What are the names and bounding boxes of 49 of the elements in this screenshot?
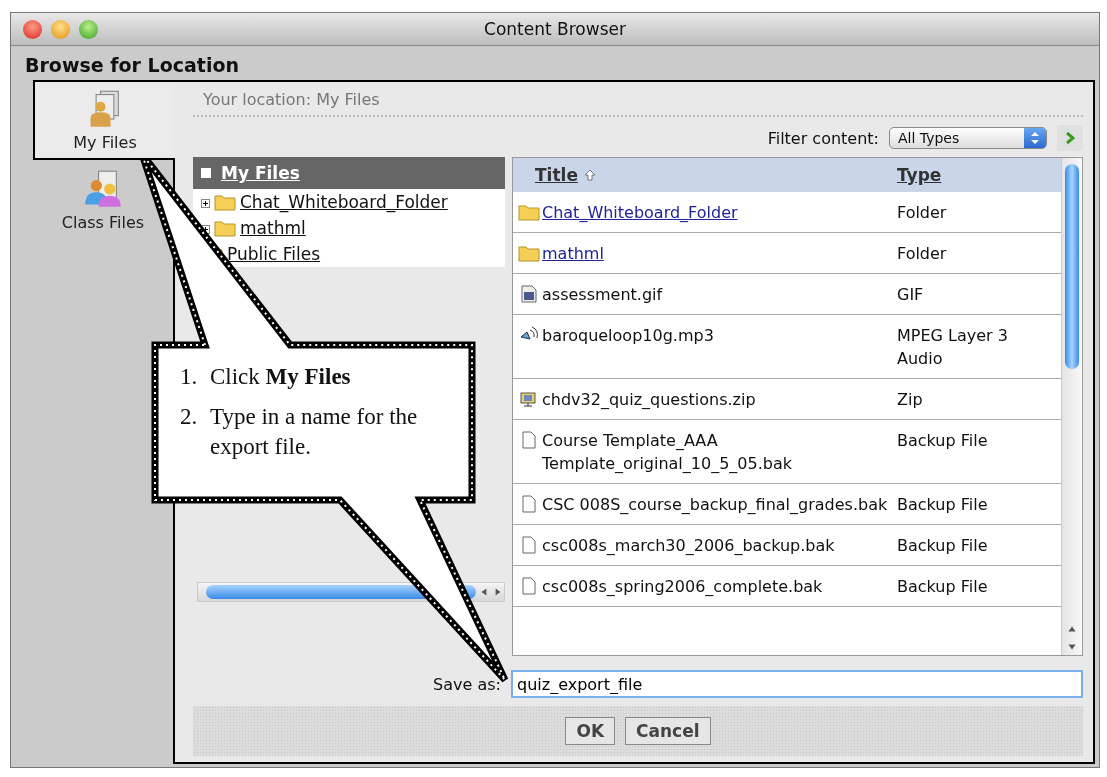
chevron-right-icon bbox=[1065, 131, 1075, 145]
file-type: Backup File bbox=[897, 431, 988, 450]
instruction-step: 1. Click My Files bbox=[180, 362, 452, 392]
file-name: csc008s_spring2006_complete.bak bbox=[542, 576, 823, 598]
filter-dropdown[interactable]: All Types bbox=[889, 127, 1047, 149]
vertical-scrollbar[interactable] bbox=[1061, 158, 1082, 655]
location-text: Your location: My Files bbox=[193, 82, 1083, 117]
window-title: Content Browser bbox=[484, 19, 626, 39]
folder-icon bbox=[214, 193, 236, 211]
updown-icon bbox=[1030, 131, 1040, 145]
file-name: Course Template_AAA Template_original_10_5_05.bak bbox=[542, 430, 794, 475]
cancel-button[interactable]: Cancel bbox=[625, 717, 711, 745]
column-header[interactable]: Title bbox=[513, 165, 897, 185]
file-name: csc008s_march30_2006_backup.bak bbox=[542, 535, 835, 557]
instruction-step: 2. Type in a name for the export file. bbox=[180, 402, 452, 462]
file-type: Folder bbox=[897, 244, 947, 263]
people-icon bbox=[83, 169, 123, 209]
filter-label: Filter content: bbox=[767, 128, 879, 148]
file-type: Backup File bbox=[897, 577, 988, 596]
folder-icon bbox=[518, 244, 540, 262]
file-type: Folder bbox=[897, 203, 947, 222]
image-file-icon bbox=[518, 285, 540, 303]
column-header[interactable]: Type bbox=[897, 165, 1061, 185]
file-type: Zip bbox=[897, 390, 923, 409]
sidebar-tab[interactable]: Class Files bbox=[33, 160, 173, 240]
folder-icon bbox=[214, 219, 236, 237]
dialog-heading: Browse for Location bbox=[24, 53, 240, 78]
ok-button[interactable]: OK bbox=[565, 717, 616, 745]
file-name: CSC 008S_course_backup_final_grades.bak bbox=[542, 494, 888, 516]
save-as-label: Save as: bbox=[433, 674, 501, 694]
sidebar-tab[interactable]: My Files bbox=[33, 80, 175, 160]
tree-item[interactable]: Chat_Whiteboard_Folder bbox=[240, 192, 448, 212]
save-as-field[interactable]: quiz_export_file bbox=[511, 670, 1083, 698]
tree-item[interactable]: Public Files bbox=[227, 244, 321, 264]
folder-link[interactable]: Chat_Whiteboard_Folder bbox=[542, 201, 738, 224]
file-type: Backup File bbox=[897, 536, 988, 555]
folder-link[interactable]: mathml bbox=[542, 242, 604, 265]
file-type: MPEG Layer 3 Audio bbox=[897, 326, 1008, 368]
file-type: GIF bbox=[897, 285, 924, 304]
file-name: chdv32_quiz_questions.zip bbox=[542, 389, 756, 411]
tree-item[interactable]: mathml bbox=[240, 218, 306, 238]
folder-icon bbox=[518, 203, 540, 221]
tree-root[interactable]: My Files bbox=[193, 157, 505, 189]
file-name: baroqueloop10g.mp3 bbox=[542, 325, 714, 347]
go-button[interactable] bbox=[1057, 125, 1083, 151]
file-name: assessment.gif bbox=[542, 284, 663, 306]
close-button[interactable] bbox=[23, 19, 42, 39]
sort-up-icon bbox=[583, 169, 596, 181]
file-type: Backup File bbox=[897, 495, 988, 514]
